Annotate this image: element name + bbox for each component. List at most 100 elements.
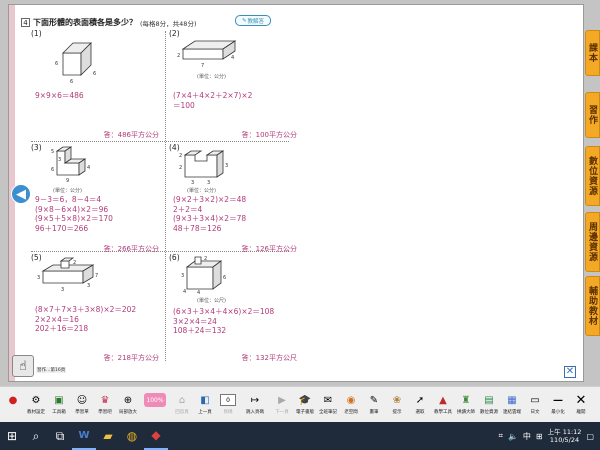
class-notes-button[interactable]: ✉ 全班筆記 (317, 393, 339, 416)
home-button[interactable]: ⌂ 回首頁 (171, 393, 193, 416)
file-explorer-icon[interactable]: ▰ (96, 422, 120, 450)
ime-indicator[interactable]: 中 (523, 431, 531, 442)
zoom-level[interactable]: 100% (140, 393, 170, 409)
teaching-icon: ▲ (439, 394, 447, 406)
exit-button[interactable]: ✕ 離開 (570, 393, 592, 416)
dim-label: 2 (73, 260, 76, 266)
tab-label: 習作 (587, 105, 597, 125)
input-icon[interactable]: ⊞ (536, 432, 543, 441)
search-icon[interactable]: ⌕ (24, 422, 48, 450)
people-icon: ☺ (76, 394, 88, 406)
tab-digital-resources[interactable]: 數位資源 (585, 146, 600, 206)
bottom-toolbar: ● ⚙ 教材設定 ▣ 工具箱 ☺ 學習單 ♛ 學習吧 ⊕ 局部放大 100% ⌂ 回首頁 ◧… (0, 386, 600, 422)
worksheet-page: 4 下面形體的表面積各是多少？ (每格8分，共48分) ✎ 教解答 (1) 6 … (8, 4, 584, 382)
unit-label: (單位：公分) (187, 188, 216, 194)
solution-work: 9－3＝6，8－4＝4 (9×8－6×4)×2＝96 (9×5＋5×8)×2＝1… (35, 195, 113, 233)
dim-label: 4 (197, 290, 200, 295)
zoom-in-button[interactable]: ⊕ 局部放大 (117, 393, 139, 416)
hint-button[interactable]: ❀ 提示 (386, 393, 408, 416)
jump-page-button[interactable]: ↦ 跳入頁碼 (240, 393, 270, 416)
answer-label: 教解答 (247, 18, 265, 25)
select-button[interactable]: ➚ 選取 (409, 393, 431, 416)
windows-start-icon[interactable]: ⊞ (0, 422, 24, 450)
gear-icon: ⚙ (31, 394, 41, 406)
solution-work: 9×9×6＝486 (35, 91, 84, 100)
zoom-badge: 100% (144, 393, 166, 407)
dim-label: 3 (191, 180, 194, 186)
box-with-block-figure: 2 3 7 3 3 (37, 257, 98, 293)
volume-icon[interactable]: 🔈 (508, 432, 518, 441)
problem-6: (6) 2 3 6 4 4 (單位：公尺) (6×3＋3×4＋4×6)×2＝10… (169, 253, 297, 362)
learn-button[interactable]: ♛ 學習吧 (94, 393, 116, 416)
solution-work: (9×2＋3×2)×2＝48 2＋2＝4 (9×3＋3×4)×2＝78 48＋7… (173, 195, 247, 233)
hand-tool-icon[interactable]: ☝ (12, 355, 34, 377)
dim-label: 6 (93, 71, 96, 77)
prev-page-button[interactable]: ◧ 上一頁 (194, 393, 216, 416)
tab-textbook[interactable]: 課本 (585, 30, 600, 76)
problem-3: (3) 5 3 6 4 9 (單位：公分) 9－3＝6，8－4＝4 (9×8－6… (31, 143, 159, 253)
notification-icon[interactable]: ▢ (586, 432, 594, 441)
problem-2: (2) 2 4 7 (單位：公分) (7×4＋4×2＋2×7)×2 ＝100 答… (169, 29, 297, 139)
jump-icon: ↦ (250, 394, 260, 406)
dim-label: 4 (183, 289, 186, 295)
teaching-tools-button[interactable]: ▲ 教學工具 (432, 393, 454, 416)
dim-label: 3 (225, 163, 228, 169)
spelling-button[interactable]: ♜ 拼讀大師 (455, 393, 477, 416)
word-icon[interactable]: W (72, 422, 96, 450)
palette-icon: ❀ (392, 394, 402, 406)
question-score: (每格8分，共48分) (140, 19, 197, 28)
cloud-link-button[interactable]: ▦ 連結雲端 (501, 393, 523, 416)
japanese-button[interactable]: ▭ 日文 (524, 393, 546, 416)
record-button[interactable]: ● (2, 393, 24, 409)
clock[interactable]: 上午 11:12 110/5/24 (548, 428, 582, 444)
cube-with-block-figure: 2 3 6 4 4 (181, 256, 226, 295)
dim-label: 7 (95, 273, 98, 279)
page-number-input[interactable]: 0 (220, 394, 236, 406)
back-arrow-icon[interactable]: ◀ (11, 184, 31, 204)
notes-icon: ✉ (323, 394, 333, 406)
space-button[interactable]: ◉ 老空間 (340, 393, 362, 416)
question-title: 下面形體的表面積各是多少？ (33, 18, 137, 27)
dim-label: 2 (179, 153, 182, 159)
problem-1: (1) 6 6 6 9×9×6＝486 答：486平方公分 (31, 29, 159, 139)
settings-button[interactable]: ⚙ 教材設定 (25, 393, 47, 416)
minimize-icon: — (553, 394, 563, 406)
task-view-icon[interactable]: ⧉ (48, 422, 72, 450)
tab-peripheral-resources[interactable]: 周邊資源 (585, 212, 600, 272)
record-icon: ● (8, 394, 18, 406)
solution-answer: 答：218平方公分 (103, 354, 159, 362)
dim-label: 3 (181, 273, 184, 279)
answer-button[interactable]: ✎ 教解答 (235, 15, 271, 26)
graduation-cap-icon: 🎓 (298, 394, 312, 406)
cube-figure: 6 6 6 (55, 42, 96, 85)
close-icon[interactable]: ✕ (564, 366, 576, 378)
next-page-button[interactable]: ▶ 下一頁 (271, 393, 293, 416)
home-icon: ⌂ (178, 394, 186, 406)
page-number-field[interactable]: 0 頁碼 (217, 393, 239, 415)
worksheet-button[interactable]: ☺ 學習單 (71, 393, 93, 416)
japanese-icon: ▭ (530, 394, 540, 406)
ebook-viewer-icon[interactable]: ◆ (144, 422, 168, 450)
pen-button[interactable]: ✎ 畫筆 (363, 393, 385, 416)
dim-label: 2 (177, 53, 180, 59)
ebook-button[interactable]: 🎓 電子書版 (294, 393, 316, 416)
solution-work: (6×3＋3×4＋4×6)×2＝108 3×2×4＝24 108＋24＝132 (173, 307, 275, 335)
toolbox-button[interactable]: ▣ 工具箱 (48, 393, 70, 416)
chrome-icon[interactable]: ◍ (120, 422, 144, 450)
ebook-viewer: 4 下面形體的表面積各是多少？ (每格8分，共48分) ✎ 教解答 (1) 6 … (0, 0, 600, 386)
pen-icon: ✎ (369, 394, 379, 406)
problem-label: (3) (31, 143, 42, 152)
dim-label: 6 (55, 61, 58, 67)
dim-label: 4 (87, 165, 90, 171)
dim-label: 2 (179, 165, 182, 171)
clock-time: 上午 11:12 (547, 428, 582, 436)
problem-4: (4) 2 2 3 3 3 (單位：公分) (9×2＋3×2)×2＝48 2＋2… (169, 143, 297, 253)
dim-label: 2 (204, 256, 207, 262)
tab-label: 課本 (587, 43, 597, 63)
tab-teaching-aids[interactable]: 輔助教材 (585, 276, 600, 336)
minimize-button[interactable]: — 最小化 (547, 393, 569, 416)
network-icon[interactable]: ⌗ (498, 431, 503, 441)
digital-resources-button[interactable]: ▤ 數位資源 (478, 393, 500, 416)
tab-workbook[interactable]: 習作 (585, 92, 600, 138)
system-tray: ⌗ 🔈 中 ⊞ 上午 11:12 110/5/24 ▢ (498, 428, 600, 444)
